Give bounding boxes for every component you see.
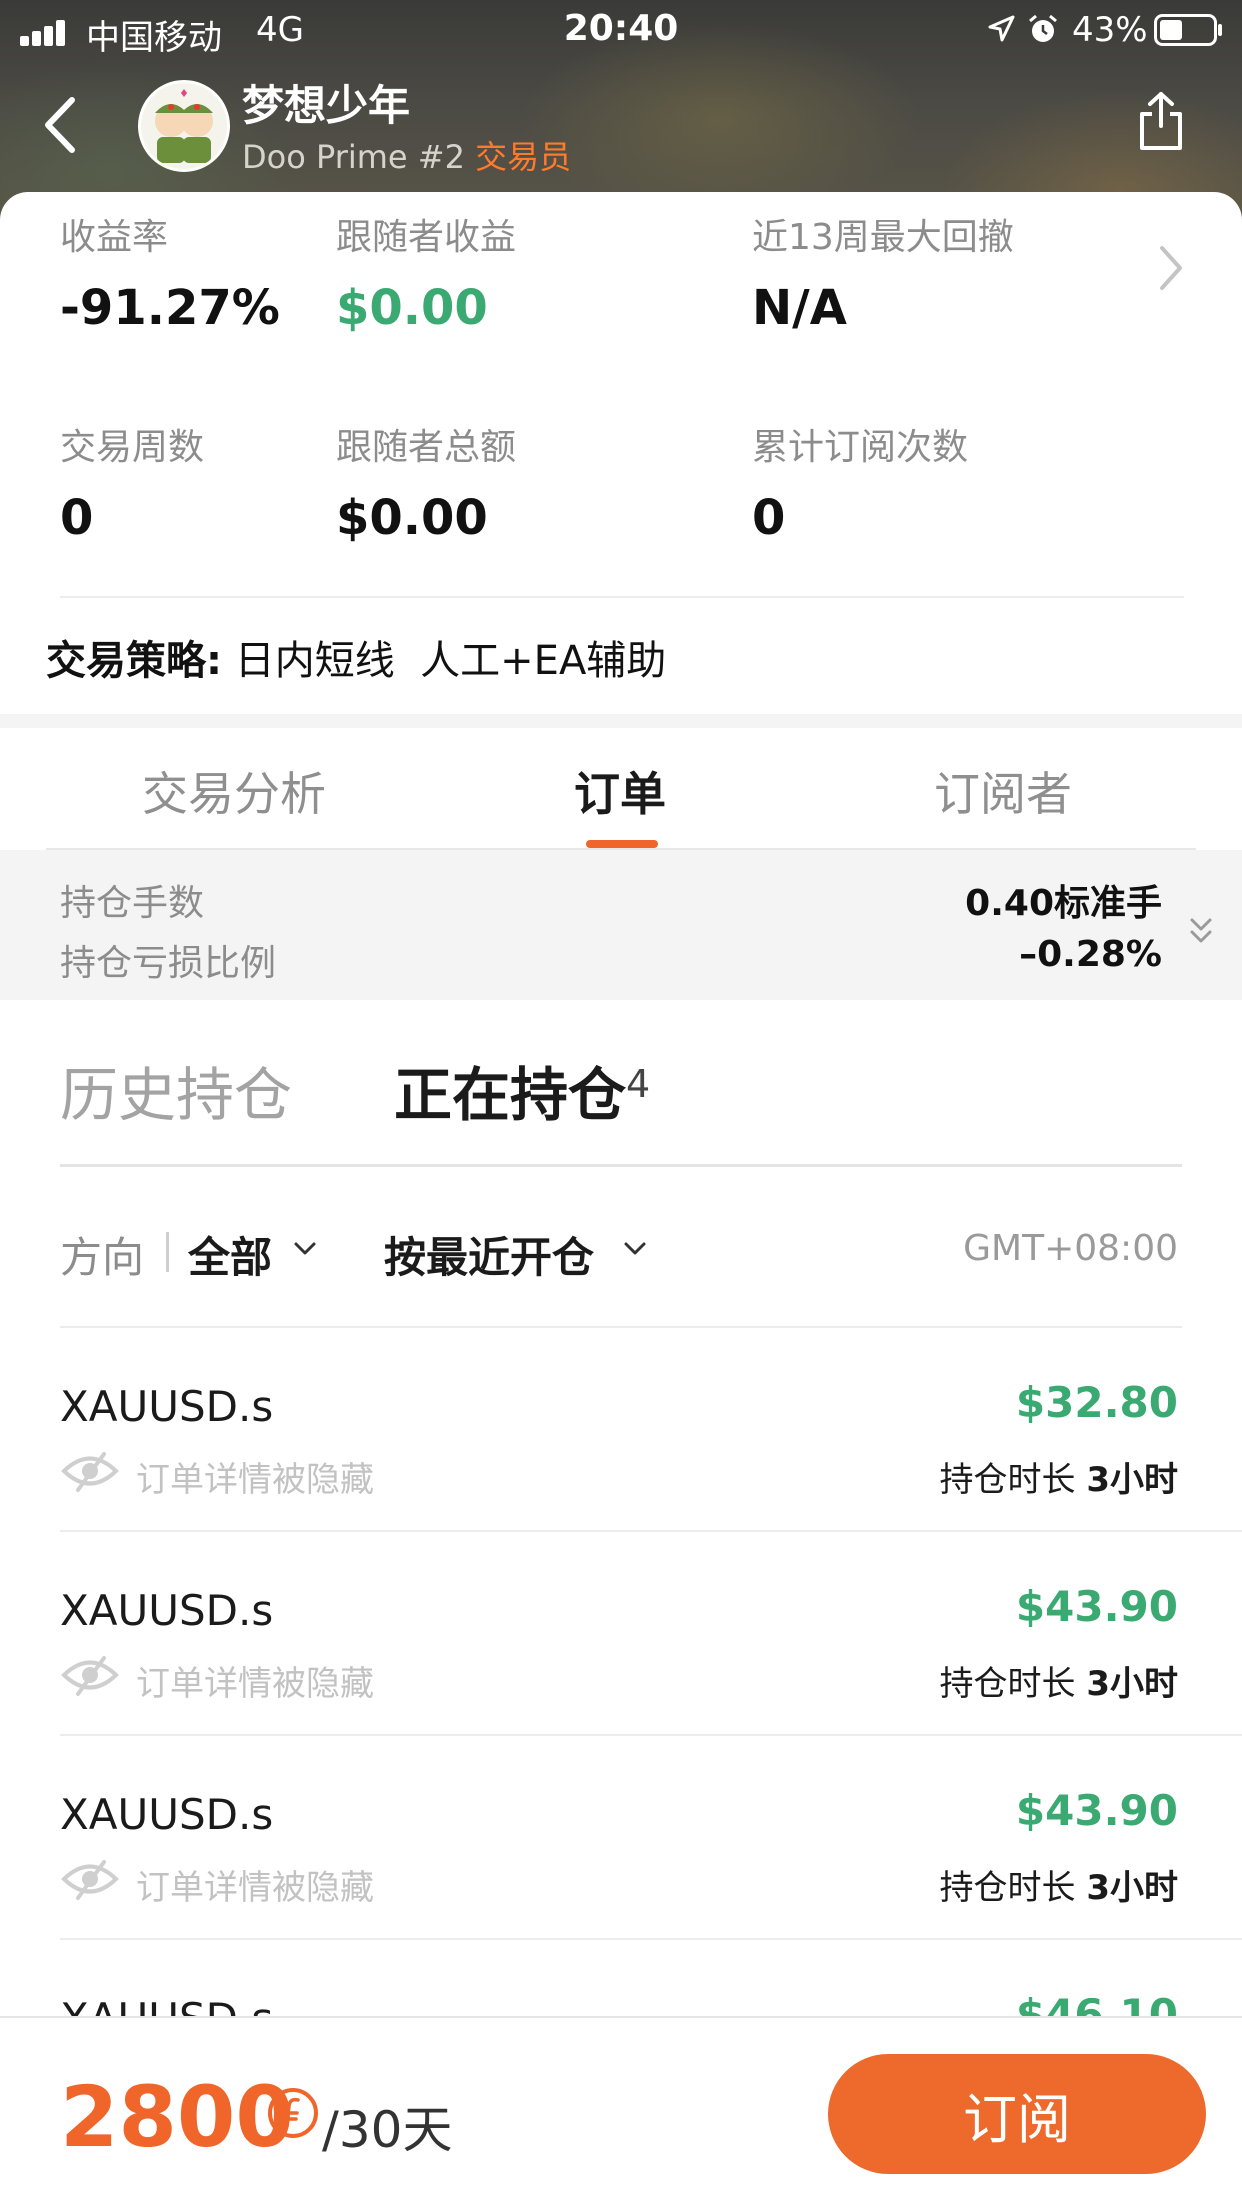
section-gap xyxy=(0,714,1242,728)
stat-value-follower-total: $0.00 xyxy=(336,490,488,546)
lots-label: 持仓手数 xyxy=(60,883,205,924)
subtab-open-positions[interactable]: 正在持仓 xyxy=(394,1048,626,1132)
order-row[interactable]: XAUUSD.s $43.90 订单详情被隐藏 持仓时长 3小时 xyxy=(0,1532,1242,1736)
trader-name: 梦想少年 xyxy=(242,81,411,130)
broker-label: Doo Prime #2 xyxy=(242,138,465,176)
subtab-divider xyxy=(60,1164,1182,1167)
stat-value-return: -91.27% xyxy=(60,280,280,336)
order-profit: $43.90 xyxy=(1015,1582,1178,1631)
order-symbol: XAUUSD.s xyxy=(60,1790,274,1839)
stat-label-max-drawdown: 近13周最大回撤 xyxy=(752,217,1014,258)
stat-value-follower-profit: $0.00 xyxy=(336,280,488,336)
pl-ratio-label: 持仓亏损比例 xyxy=(60,943,277,984)
hold-label: 持仓时长 xyxy=(939,1664,1076,1704)
role-label: 交易员 xyxy=(475,138,572,176)
stat-label-return: 收益率 xyxy=(60,217,169,258)
subscription-period: /30天 xyxy=(322,2101,453,2159)
stat-label-subscription-count: 累计订阅次数 xyxy=(752,427,969,468)
order-hidden-text: 订单详情被隐藏 xyxy=(136,1460,374,1500)
open-positions-count: 4 xyxy=(626,1062,651,1106)
divider xyxy=(60,596,1184,598)
chevron-right-icon[interactable] xyxy=(1156,242,1186,294)
coin-icon xyxy=(268,2088,318,2138)
order-symbol: XAUUSD.s xyxy=(60,1382,274,1431)
stat-label-follower-profit: 跟随者收益 xyxy=(336,217,517,258)
location-icon xyxy=(988,15,1015,42)
trader-subtitle: Doo Prime #2 交易员 xyxy=(242,132,571,178)
hold-value: 3小时 xyxy=(1086,1664,1178,1704)
expand-double-chevron-icon[interactable] xyxy=(1186,912,1216,952)
stat-label-trade-weeks: 交易周数 xyxy=(60,427,205,468)
order-hold-duration: 持仓时长 3小时 xyxy=(940,1860,1178,1909)
direction-filter-dropdown[interactable]: 全部 xyxy=(188,1224,272,1285)
hidden-eye-icon xyxy=(61,1656,119,1696)
chevron-down-icon[interactable] xyxy=(622,1240,648,1258)
bottom-subscribe-bar: 2800 /30天 订阅 xyxy=(0,2016,1242,2210)
subscribe-button[interactable]: 订阅 xyxy=(828,2054,1206,2174)
order-hidden-text: 订单详情被隐藏 xyxy=(136,1868,374,1908)
order-hold-duration: 持仓时长 3小时 xyxy=(940,1656,1178,1705)
stat-value-max-drawdown: N/A xyxy=(752,280,847,336)
sort-dropdown[interactable]: 按最近开仓 xyxy=(384,1224,594,1285)
alarm-icon xyxy=(1029,14,1057,42)
filter-separator xyxy=(166,1232,169,1272)
back-chevron-icon[interactable] xyxy=(38,92,86,158)
subscription-price: 2800 xyxy=(60,2068,294,2166)
timezone-label: GMT+08:00 xyxy=(963,1228,1178,1269)
stat-label-follower-total: 跟随者总额 xyxy=(336,427,517,468)
trading-strategy: 交易策略: 日内短线 人工+EA辅助 xyxy=(46,628,666,686)
order-profit: $43.90 xyxy=(1015,1786,1178,1835)
hold-value: 3小时 xyxy=(1086,1460,1178,1500)
strategy-tag: 人工+EA辅助 xyxy=(420,638,667,684)
hold-value: 3小时 xyxy=(1086,1868,1178,1908)
strategy-label: 交易策略: xyxy=(46,638,222,684)
hold-label: 持仓时长 xyxy=(939,1460,1076,1500)
tab-subscribers[interactable]: 订阅者 xyxy=(934,758,1072,824)
order-hidden-text: 订单详情被隐藏 xyxy=(136,1664,374,1704)
order-profit: $32.80 xyxy=(1015,1378,1178,1427)
stat-value-trade-weeks: 0 xyxy=(60,490,94,546)
order-row[interactable]: XAUUSD.s $32.80 订单详情被隐藏 持仓时长 3小时 xyxy=(0,1328,1242,1532)
hidden-eye-icon xyxy=(61,1452,119,1492)
lots-value: 0.40标准手 xyxy=(965,883,1162,924)
order-row[interactable]: XAUUSD.s $43.90 订单详情被隐藏 持仓时长 3小时 xyxy=(0,1736,1242,1940)
chevron-down-icon[interactable] xyxy=(292,1240,318,1258)
battery-icon xyxy=(1154,14,1222,46)
tab-orders[interactable]: 订单 xyxy=(574,758,666,824)
active-tab-indicator xyxy=(586,840,658,848)
tab-trade-analysis[interactable]: 交易分析 xyxy=(142,758,326,824)
trader-avatar[interactable] xyxy=(138,80,230,172)
direction-filter-label: 方向 xyxy=(60,1233,145,1282)
subtab-history-positions[interactable]: 历史持仓 xyxy=(60,1048,292,1132)
pl-ratio-value: –0.28% xyxy=(1019,934,1162,975)
share-icon[interactable] xyxy=(1134,90,1188,152)
hold-label: 持仓时长 xyxy=(939,1868,1076,1908)
stat-value-subscription-count: 0 xyxy=(752,490,786,546)
strategy-tag: 日内短线 xyxy=(234,638,395,684)
battery-percent: 43% xyxy=(1072,10,1148,50)
hidden-eye-icon xyxy=(61,1860,119,1900)
order-hold-duration: 持仓时长 3小时 xyxy=(940,1452,1178,1501)
status-bar: 中国移动 4G 20:40 43% xyxy=(0,0,1242,62)
order-symbol: XAUUSD.s xyxy=(60,1586,274,1635)
